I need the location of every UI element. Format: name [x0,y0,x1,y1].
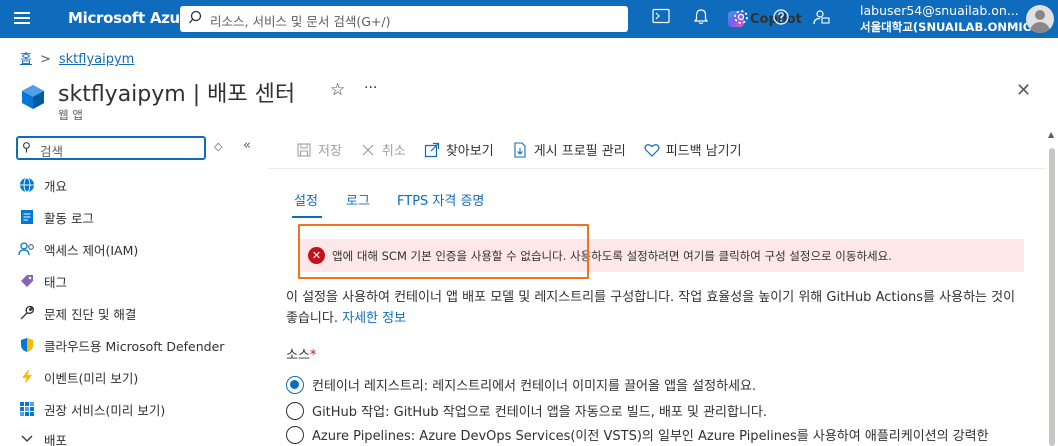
scrollbar-thumb[interactable] [1049,148,1055,446]
tag-icon [18,272,36,290]
shield-icon [18,336,36,354]
tab-logs[interactable]: 로그 [346,190,370,209]
tab-ftps-credentials[interactable]: FTPS 자격 증명 [397,190,484,209]
cloud-shell-icon[interactable] [650,8,672,30]
nav-item-tags[interactable]: 태그 [18,270,67,292]
source-option-container-registry[interactable]: 컨테이너 레지스트리: 레지스트리에서 컨테이너 이미지를 끌어올 앱을 설정하… [286,375,756,394]
favorite-star-icon[interactable]: ☆ [330,80,345,100]
open-external-icon [424,142,440,158]
page-title: sktflyaipym | 배포 센터 [58,82,296,107]
vertical-scrollbar[interactable]: ▲ [1046,128,1058,446]
web-app-icon [22,85,44,109]
globe-icon [18,176,36,194]
nav-item-overview[interactable]: 개요 [18,174,67,196]
nav-item-defender[interactable]: 클라우드용 Microsoft Defender [18,334,224,356]
learn-more-link[interactable]: 자세한 정보 [342,311,406,326]
nav-item-label: 개요 [44,178,68,194]
breadcrumb: 홈 > sktflyaipym [20,48,134,67]
settings-gear-icon[interactable] [730,8,752,30]
nav-item-recommended[interactable]: 권장 서비스(미리 보기) [18,398,165,420]
nav-item-label: 태그 [44,274,68,290]
notifications-icon[interactable] [690,8,712,30]
menu-icon[interactable] [14,9,36,29]
nav-item-diagnose[interactable]: 문제 진단 및 해결 [18,302,136,324]
source-label-text: 소스 [286,348,310,363]
feedback-button[interactable]: 피드백 남기기 [644,140,742,159]
highlight-annotation-box [298,224,589,279]
sort-icon[interactable]: ◇ [214,140,222,153]
save-label: 저장 [318,144,342,159]
download-file-icon [512,141,528,158]
scroll-up-icon[interactable]: ▲ [1048,130,1054,139]
wrench-icon [18,304,36,322]
nav-item-label: 배포 [44,432,68,446]
feedback-label: 피드백 남기기 [665,144,742,159]
source-option-github-actions[interactable]: GitHub 작업: GitHub 작업으로 컨테이너 앱을 자동으로 빌드, … [286,401,767,420]
discard-label: 취소 [381,144,406,159]
search-placeholder: 리소스, 서비스 및 문서 검색(G+/) [210,14,391,29]
required-marker: * [309,348,317,363]
nav-item-events[interactable]: 이벤트(미리 보기) [18,366,138,388]
radio-button-checked[interactable] [286,375,304,394]
nav-item-label: 권장 서비스(미리 보기) [44,402,166,418]
save-icon [296,142,312,158]
brand-label[interactable]: Microsoft Azure [68,9,197,27]
close-icon [360,142,376,158]
nav-search-input[interactable]: ⚲ 검색 [16,136,206,160]
source-option-azure-pipelines[interactable]: Azure Pipelines: Azure DevOps Services(이… [286,425,989,444]
source-label: 소스* [286,344,316,363]
user-org: 서울대학교(SNUAILAB.ONMIC... [860,20,1045,34]
people-icon [18,240,36,258]
command-bar: 저장 취소 찾아보기 게시 프로필 관리 피드백 남기기 [296,140,760,159]
description: 이 설정을 사용하여 컨테이너 앱 배포 모델 및 레지스트리를 구성합니다. … [286,287,1026,329]
search-icon: ⚲ [22,140,31,154]
breadcrumb-separator: > [39,52,51,67]
breadcrumb-resource[interactable]: sktflyaipym [59,52,134,67]
activity-log-icon [18,208,36,226]
more-options-icon[interactable]: ··· [364,80,377,96]
nav-item-label: 이벤트(미리 보기) [44,370,139,386]
nav-item-deployment[interactable]: 배포 [18,428,67,446]
page-subtitle: 웹 앱 [58,108,83,122]
collapse-icon[interactable]: « [243,138,251,153]
source-option-label: Azure Pipelines: Azure DevOps Services(이… [312,429,989,444]
active-tab-indicator [292,216,322,218]
feedback-person-icon[interactable] [810,8,832,30]
save-button[interactable]: 저장 [296,140,342,159]
toolbar-divider [268,168,1046,169]
account-info[interactable]: labuser54@snuailab.on... 서울대학교(SNUAILAB.… [860,3,1044,35]
manage-profile-label: 게시 프로필 관리 [533,144,626,159]
discard-button[interactable]: 취소 [360,140,406,159]
nav-item-label: 클라우드용 Microsoft Defender [44,338,225,354]
nav-item-label: 액세스 제어(IAM) [44,242,139,258]
help-icon[interactable] [770,8,792,30]
avatar[interactable] [1026,5,1054,33]
nav-search-placeholder: 검색 [40,144,64,159]
breadcrumb-home[interactable]: 홈 [20,52,32,67]
chevron-down-icon [18,430,36,446]
lightning-icon [18,368,36,386]
source-option-label: 컨테이너 레지스트리: 레지스트리에서 컨테이너 이미지를 끌어올 앱을 설정하… [312,379,757,394]
radio-button[interactable] [286,425,304,444]
nav-item-label: 활동 로그 [44,210,94,226]
tab-settings[interactable]: 설정 [294,190,318,209]
user-email: labuser54@snuailab.on... [860,3,1019,18]
nav-item-iam[interactable]: 액세스 제어(IAM) [18,238,138,260]
browse-button[interactable]: 찾아보기 [424,140,494,159]
manage-profile-button[interactable]: 게시 프로필 관리 [512,140,626,159]
browse-label: 찾아보기 [445,144,494,159]
top-bar: Microsoft Azure 리소스, 서비스 및 문서 검색(G+/) Co… [0,0,1058,38]
radio-button[interactable] [286,401,304,420]
search-icon [189,10,202,24]
heart-icon [644,142,660,158]
close-icon[interactable]: ✕ [1016,80,1031,101]
nav-item-label: 문제 진단 및 해결 [44,306,137,322]
grid-icon [18,400,36,418]
global-search-input[interactable]: 리소스, 서비스 및 문서 검색(G+/) Copilot [180,6,802,32]
nav-item-activity-log[interactable]: 활동 로그 [18,206,94,228]
source-option-label: GitHub 작업: GitHub 작업으로 컨테이너 앱을 자동으로 빌드, … [312,405,768,420]
